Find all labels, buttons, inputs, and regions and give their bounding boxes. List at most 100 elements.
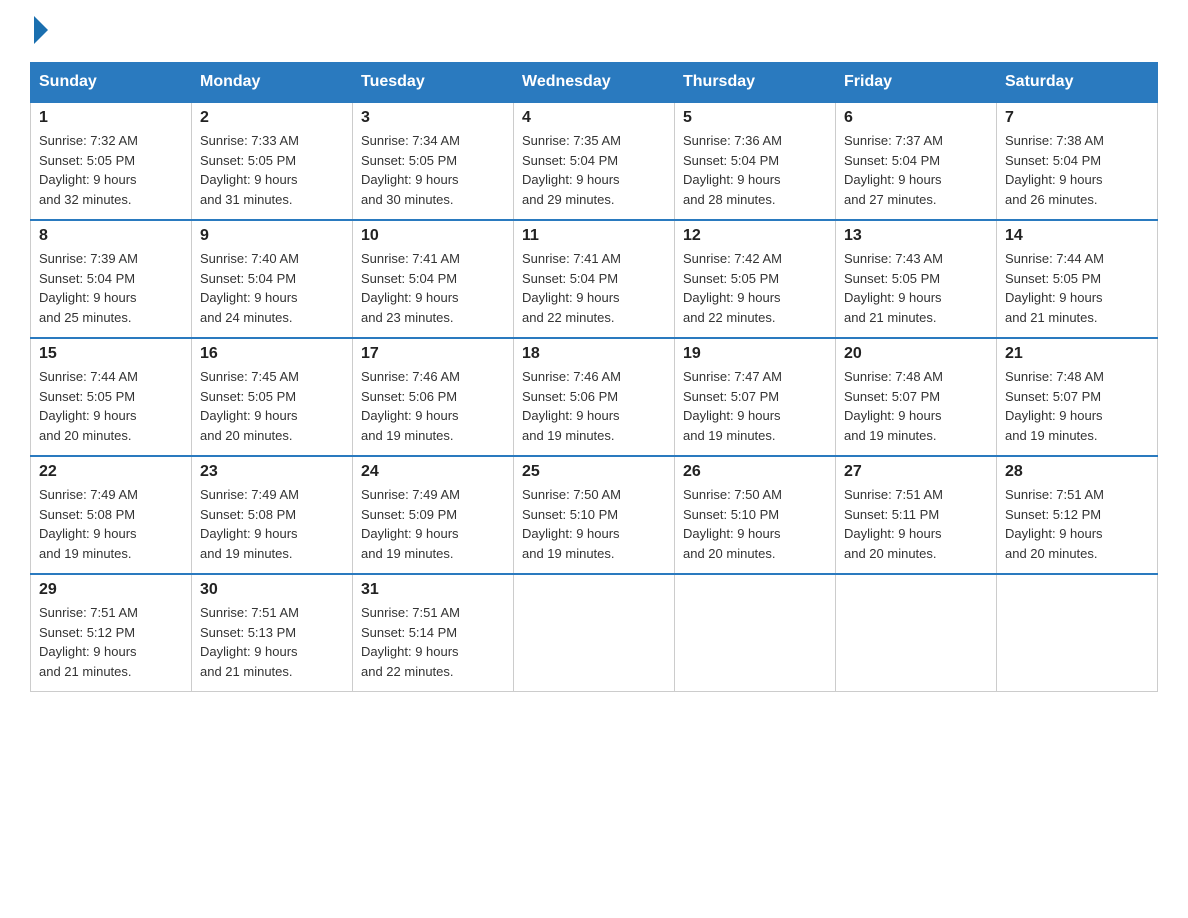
day-info: Sunrise: 7:36 AM Sunset: 5:04 PM Dayligh…	[683, 131, 827, 209]
day-number: 13	[844, 227, 988, 245]
calendar-day-cell: 17 Sunrise: 7:46 AM Sunset: 5:06 PM Dayl…	[353, 338, 514, 456]
day-number: 20	[844, 345, 988, 363]
calendar-day-cell: 16 Sunrise: 7:45 AM Sunset: 5:05 PM Dayl…	[192, 338, 353, 456]
day-number: 18	[522, 345, 666, 363]
day-info: Sunrise: 7:49 AM Sunset: 5:09 PM Dayligh…	[361, 485, 505, 563]
calendar-day-cell: 26 Sunrise: 7:50 AM Sunset: 5:10 PM Dayl…	[675, 456, 836, 574]
day-number: 25	[522, 463, 666, 481]
calendar-day-cell: 3 Sunrise: 7:34 AM Sunset: 5:05 PM Dayli…	[353, 102, 514, 220]
day-info: Sunrise: 7:44 AM Sunset: 5:05 PM Dayligh…	[1005, 249, 1149, 327]
day-info: Sunrise: 7:46 AM Sunset: 5:06 PM Dayligh…	[522, 367, 666, 445]
calendar-day-cell: 18 Sunrise: 7:46 AM Sunset: 5:06 PM Dayl…	[514, 338, 675, 456]
day-info: Sunrise: 7:50 AM Sunset: 5:10 PM Dayligh…	[522, 485, 666, 563]
day-info: Sunrise: 7:41 AM Sunset: 5:04 PM Dayligh…	[522, 249, 666, 327]
calendar-day-cell: 25 Sunrise: 7:50 AM Sunset: 5:10 PM Dayl…	[514, 456, 675, 574]
weekday-header-monday: Monday	[192, 63, 353, 103]
calendar-day-cell: 2 Sunrise: 7:33 AM Sunset: 5:05 PM Dayli…	[192, 102, 353, 220]
day-info: Sunrise: 7:51 AM Sunset: 5:11 PM Dayligh…	[844, 485, 988, 563]
calendar-day-cell: 22 Sunrise: 7:49 AM Sunset: 5:08 PM Dayl…	[31, 456, 192, 574]
day-info: Sunrise: 7:34 AM Sunset: 5:05 PM Dayligh…	[361, 131, 505, 209]
day-number: 24	[361, 463, 505, 481]
calendar-table: SundayMondayTuesdayWednesdayThursdayFrid…	[30, 62, 1158, 692]
calendar-day-cell: 12 Sunrise: 7:42 AM Sunset: 5:05 PM Dayl…	[675, 220, 836, 338]
calendar-week-row: 15 Sunrise: 7:44 AM Sunset: 5:05 PM Dayl…	[31, 338, 1158, 456]
calendar-day-cell: 13 Sunrise: 7:43 AM Sunset: 5:05 PM Dayl…	[836, 220, 997, 338]
calendar-day-cell: 19 Sunrise: 7:47 AM Sunset: 5:07 PM Dayl…	[675, 338, 836, 456]
day-number: 6	[844, 109, 988, 127]
logo	[30, 20, 48, 44]
calendar-day-cell: 21 Sunrise: 7:48 AM Sunset: 5:07 PM Dayl…	[997, 338, 1158, 456]
calendar-week-row: 22 Sunrise: 7:49 AM Sunset: 5:08 PM Dayl…	[31, 456, 1158, 574]
day-number: 15	[39, 345, 183, 363]
day-info: Sunrise: 7:43 AM Sunset: 5:05 PM Dayligh…	[844, 249, 988, 327]
calendar-week-row: 1 Sunrise: 7:32 AM Sunset: 5:05 PM Dayli…	[31, 102, 1158, 220]
weekday-header-wednesday: Wednesday	[514, 63, 675, 103]
day-info: Sunrise: 7:42 AM Sunset: 5:05 PM Dayligh…	[683, 249, 827, 327]
calendar-day-cell: 15 Sunrise: 7:44 AM Sunset: 5:05 PM Dayl…	[31, 338, 192, 456]
day-number: 16	[200, 345, 344, 363]
calendar-day-cell: 5 Sunrise: 7:36 AM Sunset: 5:04 PM Dayli…	[675, 102, 836, 220]
day-info: Sunrise: 7:35 AM Sunset: 5:04 PM Dayligh…	[522, 131, 666, 209]
day-info: Sunrise: 7:51 AM Sunset: 5:14 PM Dayligh…	[361, 603, 505, 681]
calendar-day-cell: 29 Sunrise: 7:51 AM Sunset: 5:12 PM Dayl…	[31, 574, 192, 692]
calendar-day-cell: 9 Sunrise: 7:40 AM Sunset: 5:04 PM Dayli…	[192, 220, 353, 338]
day-number: 31	[361, 581, 505, 599]
calendar-day-cell: 14 Sunrise: 7:44 AM Sunset: 5:05 PM Dayl…	[997, 220, 1158, 338]
day-number: 7	[1005, 109, 1149, 127]
day-number: 14	[1005, 227, 1149, 245]
calendar-day-cell: 6 Sunrise: 7:37 AM Sunset: 5:04 PM Dayli…	[836, 102, 997, 220]
day-info: Sunrise: 7:37 AM Sunset: 5:04 PM Dayligh…	[844, 131, 988, 209]
calendar-header-row: SundayMondayTuesdayWednesdayThursdayFrid…	[31, 63, 1158, 103]
calendar-day-cell: 27 Sunrise: 7:51 AM Sunset: 5:11 PM Dayl…	[836, 456, 997, 574]
calendar-day-cell: 24 Sunrise: 7:49 AM Sunset: 5:09 PM Dayl…	[353, 456, 514, 574]
day-number: 19	[683, 345, 827, 363]
day-number: 12	[683, 227, 827, 245]
day-number: 5	[683, 109, 827, 127]
day-number: 23	[200, 463, 344, 481]
day-info: Sunrise: 7:48 AM Sunset: 5:07 PM Dayligh…	[1005, 367, 1149, 445]
day-info: Sunrise: 7:51 AM Sunset: 5:12 PM Dayligh…	[39, 603, 183, 681]
day-number: 11	[522, 227, 666, 245]
day-info: Sunrise: 7:49 AM Sunset: 5:08 PM Dayligh…	[200, 485, 344, 563]
day-number: 17	[361, 345, 505, 363]
day-number: 28	[1005, 463, 1149, 481]
day-number: 2	[200, 109, 344, 127]
day-info: Sunrise: 7:48 AM Sunset: 5:07 PM Dayligh…	[844, 367, 988, 445]
day-info: Sunrise: 7:44 AM Sunset: 5:05 PM Dayligh…	[39, 367, 183, 445]
calendar-day-cell: 8 Sunrise: 7:39 AM Sunset: 5:04 PM Dayli…	[31, 220, 192, 338]
day-number: 9	[200, 227, 344, 245]
calendar-day-cell: 4 Sunrise: 7:35 AM Sunset: 5:04 PM Dayli…	[514, 102, 675, 220]
calendar-day-cell: 20 Sunrise: 7:48 AM Sunset: 5:07 PM Dayl…	[836, 338, 997, 456]
day-info: Sunrise: 7:51 AM Sunset: 5:12 PM Dayligh…	[1005, 485, 1149, 563]
day-number: 10	[361, 227, 505, 245]
calendar-week-row: 29 Sunrise: 7:51 AM Sunset: 5:12 PM Dayl…	[31, 574, 1158, 692]
empty-cell	[514, 574, 675, 692]
calendar-week-row: 8 Sunrise: 7:39 AM Sunset: 5:04 PM Dayli…	[31, 220, 1158, 338]
empty-cell	[836, 574, 997, 692]
day-info: Sunrise: 7:38 AM Sunset: 5:04 PM Dayligh…	[1005, 131, 1149, 209]
day-number: 4	[522, 109, 666, 127]
calendar-day-cell: 7 Sunrise: 7:38 AM Sunset: 5:04 PM Dayli…	[997, 102, 1158, 220]
day-number: 22	[39, 463, 183, 481]
calendar-day-cell: 23 Sunrise: 7:49 AM Sunset: 5:08 PM Dayl…	[192, 456, 353, 574]
page-header	[30, 20, 1158, 44]
day-number: 1	[39, 109, 183, 127]
day-info: Sunrise: 7:45 AM Sunset: 5:05 PM Dayligh…	[200, 367, 344, 445]
day-number: 3	[361, 109, 505, 127]
weekday-header-sunday: Sunday	[31, 63, 192, 103]
day-info: Sunrise: 7:33 AM Sunset: 5:05 PM Dayligh…	[200, 131, 344, 209]
day-number: 8	[39, 227, 183, 245]
day-number: 26	[683, 463, 827, 481]
day-info: Sunrise: 7:49 AM Sunset: 5:08 PM Dayligh…	[39, 485, 183, 563]
day-info: Sunrise: 7:41 AM Sunset: 5:04 PM Dayligh…	[361, 249, 505, 327]
day-info: Sunrise: 7:39 AM Sunset: 5:04 PM Dayligh…	[39, 249, 183, 327]
calendar-day-cell: 31 Sunrise: 7:51 AM Sunset: 5:14 PM Dayl…	[353, 574, 514, 692]
empty-cell	[675, 574, 836, 692]
day-info: Sunrise: 7:32 AM Sunset: 5:05 PM Dayligh…	[39, 131, 183, 209]
calendar-day-cell: 30 Sunrise: 7:51 AM Sunset: 5:13 PM Dayl…	[192, 574, 353, 692]
day-number: 29	[39, 581, 183, 599]
weekday-header-saturday: Saturday	[997, 63, 1158, 103]
day-number: 27	[844, 463, 988, 481]
day-number: 30	[200, 581, 344, 599]
calendar-day-cell: 28 Sunrise: 7:51 AM Sunset: 5:12 PM Dayl…	[997, 456, 1158, 574]
